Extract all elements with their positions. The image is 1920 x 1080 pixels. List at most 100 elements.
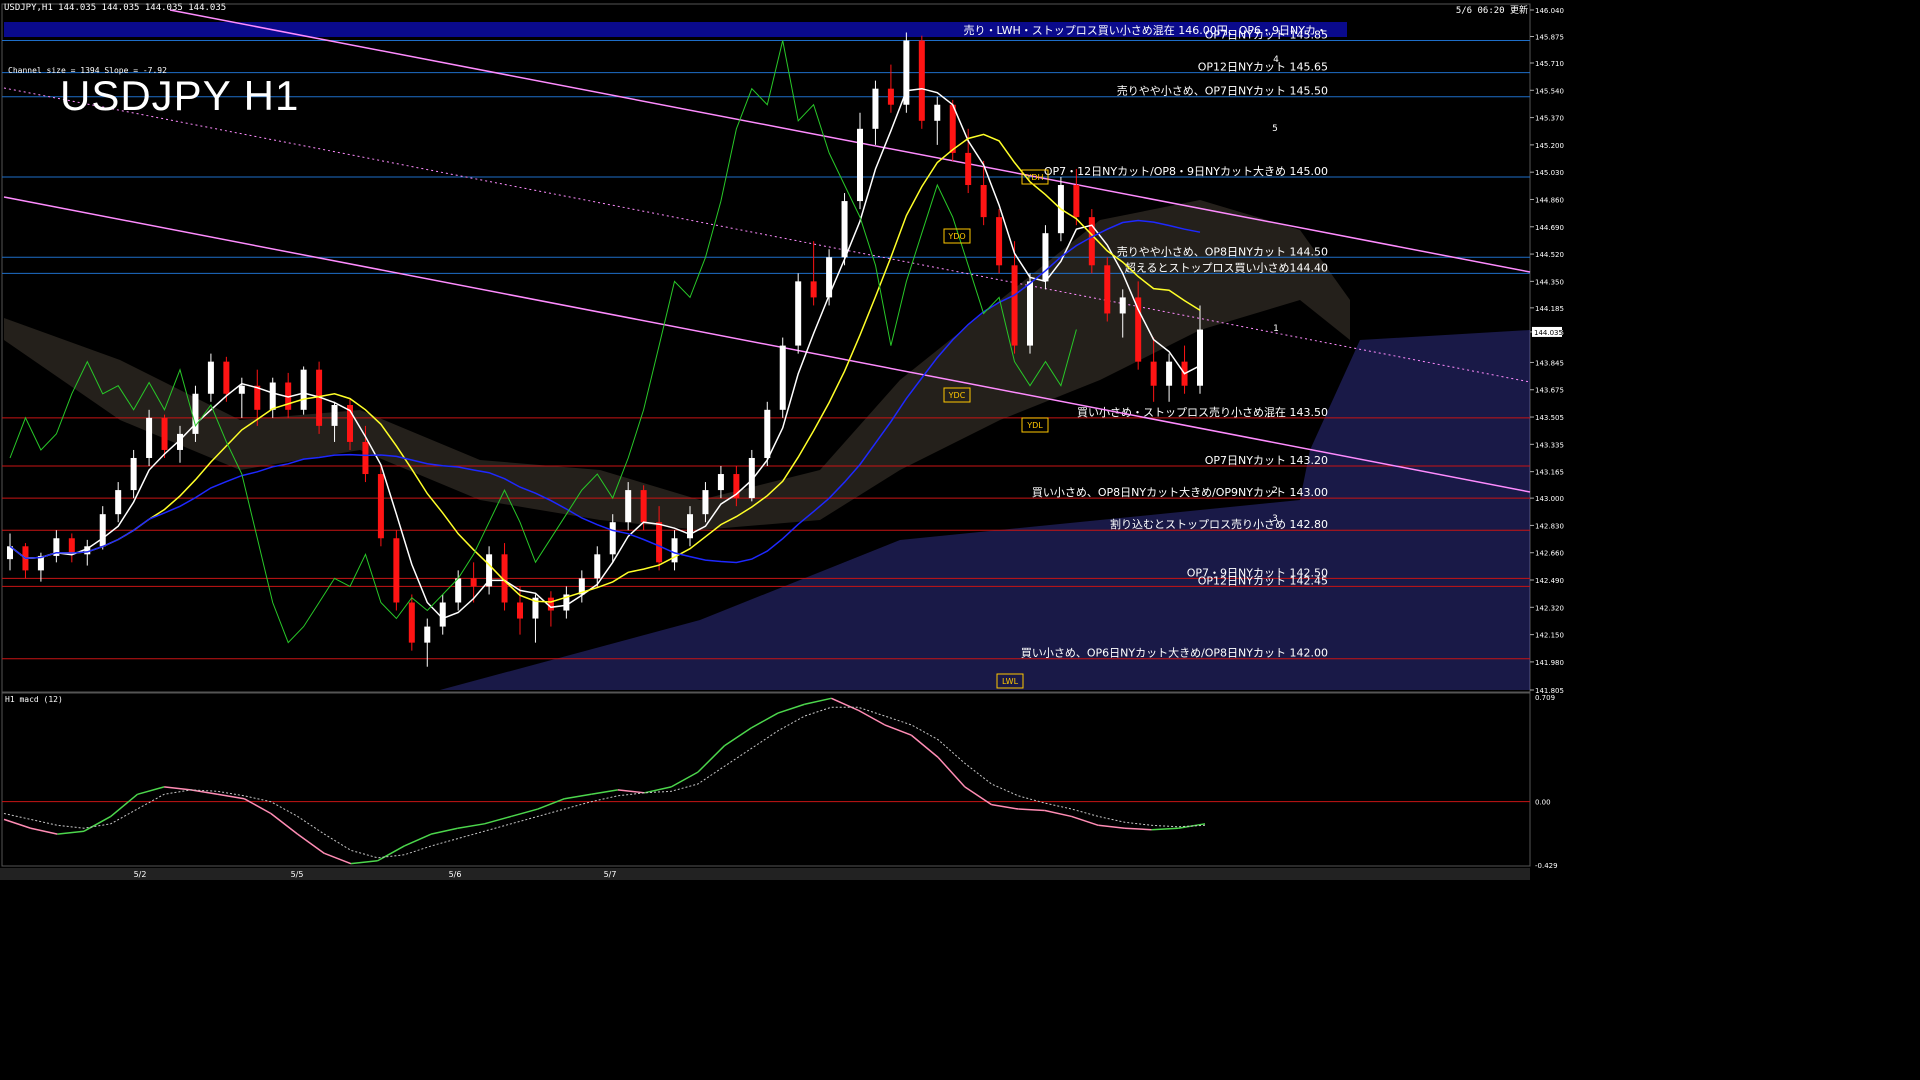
y-tick-label-24: 141.980 bbox=[1535, 659, 1564, 667]
macd-seg-12 bbox=[297, 833, 325, 854]
candle-body-15 bbox=[238, 385, 245, 394]
level-label-11: OP12日NYカット 142.45 bbox=[1198, 574, 1328, 587]
macd-seg-18 bbox=[457, 823, 485, 829]
candle-body-62 bbox=[965, 152, 972, 186]
macd-seg-11 bbox=[270, 812, 299, 835]
candle-body-10 bbox=[161, 417, 168, 450]
candle-body-59 bbox=[918, 40, 925, 121]
x-label-1: 5/5 bbox=[291, 870, 304, 879]
y-tick-label-10: 144.350 bbox=[1535, 278, 1564, 286]
candle-body-24 bbox=[377, 474, 384, 539]
candle-body-19 bbox=[300, 369, 307, 410]
macd-seg-1 bbox=[3, 818, 31, 829]
macd-seg-19 bbox=[484, 815, 512, 825]
macd-seg-3 bbox=[57, 830, 85, 835]
y-tick-label-23: 142.150 bbox=[1535, 632, 1564, 640]
macd-seg-2 bbox=[30, 827, 58, 835]
wave-label-3: 2 bbox=[1272, 486, 1278, 496]
macd-seg-7 bbox=[164, 786, 191, 791]
candle-body-26 bbox=[408, 602, 415, 643]
level-label-2: 売りやや小さめ、OP7日NYカット 145.50 bbox=[1117, 85, 1328, 98]
macd-seg-36 bbox=[937, 756, 966, 788]
candle-body-51 bbox=[795, 281, 802, 346]
y-tick-label-13: 143.845 bbox=[1535, 359, 1564, 367]
candle-body-61 bbox=[949, 104, 956, 153]
candle-body-23 bbox=[362, 441, 369, 475]
y-tick-label-0: 146.040 bbox=[1535, 7, 1564, 15]
candle-body-39 bbox=[609, 522, 616, 555]
candle-body-16 bbox=[254, 385, 261, 410]
marker-ydc: YDC bbox=[948, 391, 966, 400]
candle-body-55 bbox=[857, 128, 863, 202]
y-tick-label-5: 145.200 bbox=[1535, 142, 1564, 150]
candle-body-14 bbox=[223, 361, 230, 394]
candle-body-21 bbox=[331, 404, 338, 426]
macd-seg-29 bbox=[750, 712, 779, 729]
candle-body-42 bbox=[656, 522, 663, 563]
y-tick-label-19: 142.830 bbox=[1535, 522, 1564, 530]
candle-body-49 bbox=[764, 409, 771, 458]
candle-body-12 bbox=[192, 393, 199, 434]
y-tick-label-4: 145.370 bbox=[1535, 115, 1564, 123]
y-tick-label-16: 143.335 bbox=[1535, 441, 1564, 449]
candle-body-30 bbox=[470, 578, 477, 587]
macd-seg-17 bbox=[430, 827, 458, 835]
macd-seg-15 bbox=[377, 845, 405, 862]
macd-seg-42 bbox=[1098, 824, 1126, 829]
candle-body-60 bbox=[934, 104, 941, 121]
candle-body-46 bbox=[717, 474, 724, 491]
macd-seg-38 bbox=[991, 803, 1019, 810]
level-label-7: OP7日NYカット 143.20 bbox=[1205, 454, 1328, 467]
candle-body-73 bbox=[1135, 297, 1142, 362]
wave-label-0: 4 bbox=[1273, 55, 1279, 65]
chart-big-title: USDJPY H1 bbox=[60, 72, 300, 119]
y-tick-label-11: 144.185 bbox=[1535, 305, 1564, 313]
candle-body-35 bbox=[547, 597, 554, 611]
x-label-2: 5/6 bbox=[449, 870, 462, 879]
macd-seg-43 bbox=[1124, 827, 1152, 831]
candle-body-27 bbox=[424, 626, 431, 643]
macd-seg-23 bbox=[591, 789, 618, 796]
candle-body-28 bbox=[439, 602, 446, 627]
macd-seg-4 bbox=[83, 815, 112, 832]
macd-seg-5 bbox=[110, 793, 138, 818]
current-price-label: 144.035 bbox=[1534, 329, 1563, 337]
macd-seg-33 bbox=[857, 709, 886, 726]
candle-body-9 bbox=[146, 417, 153, 458]
level-label-3: OP7・12日NYカット/OP8・9日NYカット大きめ 145.00 bbox=[1044, 164, 1328, 178]
level-label-1: OP12日NYカット 145.65 bbox=[1198, 61, 1328, 74]
y-tick-label-3: 145.540 bbox=[1535, 87, 1564, 95]
macd-seg-13 bbox=[323, 852, 352, 865]
macd-seg-35 bbox=[910, 734, 939, 758]
macd-tick-0: 0.709 bbox=[1535, 694, 1555, 702]
marker-lwl: LWL bbox=[1002, 677, 1019, 686]
usdjpy-h1-chart: 売り・LWH・ストップロス買い小さめ混在 146.00円、OP6・9日NYカ・O… bbox=[0, 3, 1564, 880]
candle-body-25 bbox=[393, 538, 400, 603]
candle-body-52 bbox=[810, 281, 817, 298]
macd-seg-34 bbox=[884, 724, 912, 736]
y-tick-label-20: 142.660 bbox=[1535, 550, 1564, 558]
y-tick-label-22: 142.320 bbox=[1535, 604, 1564, 612]
y-tick-label-2: 145.710 bbox=[1535, 60, 1564, 68]
macd-seg-31 bbox=[804, 697, 832, 705]
y-tick-label-15: 143.505 bbox=[1535, 414, 1564, 422]
wave-label-2: 1 bbox=[1273, 324, 1279, 334]
candle-body-33 bbox=[517, 602, 523, 619]
candle-body-8 bbox=[130, 457, 137, 491]
macd-seg-32 bbox=[831, 697, 859, 711]
y-tick-label-21: 142.490 bbox=[1535, 577, 1564, 585]
candle-body-54 bbox=[841, 201, 848, 258]
macd-seg-16 bbox=[404, 833, 432, 847]
candle-body-63 bbox=[980, 185, 987, 218]
candle-body-75 bbox=[1166, 361, 1173, 386]
candle-body-65 bbox=[1011, 265, 1018, 346]
candle-body-4 bbox=[68, 538, 75, 555]
macd-seg-22 bbox=[564, 793, 592, 800]
candle-body-64 bbox=[996, 217, 1003, 266]
y-tick-label-8: 144.690 bbox=[1535, 224, 1564, 232]
candle-body-31 bbox=[486, 554, 493, 587]
x-axis-strip bbox=[0, 868, 1530, 880]
candle-body-50 bbox=[779, 345, 786, 410]
candle-body-69 bbox=[1073, 185, 1080, 218]
macd-seg-21 bbox=[537, 798, 565, 810]
